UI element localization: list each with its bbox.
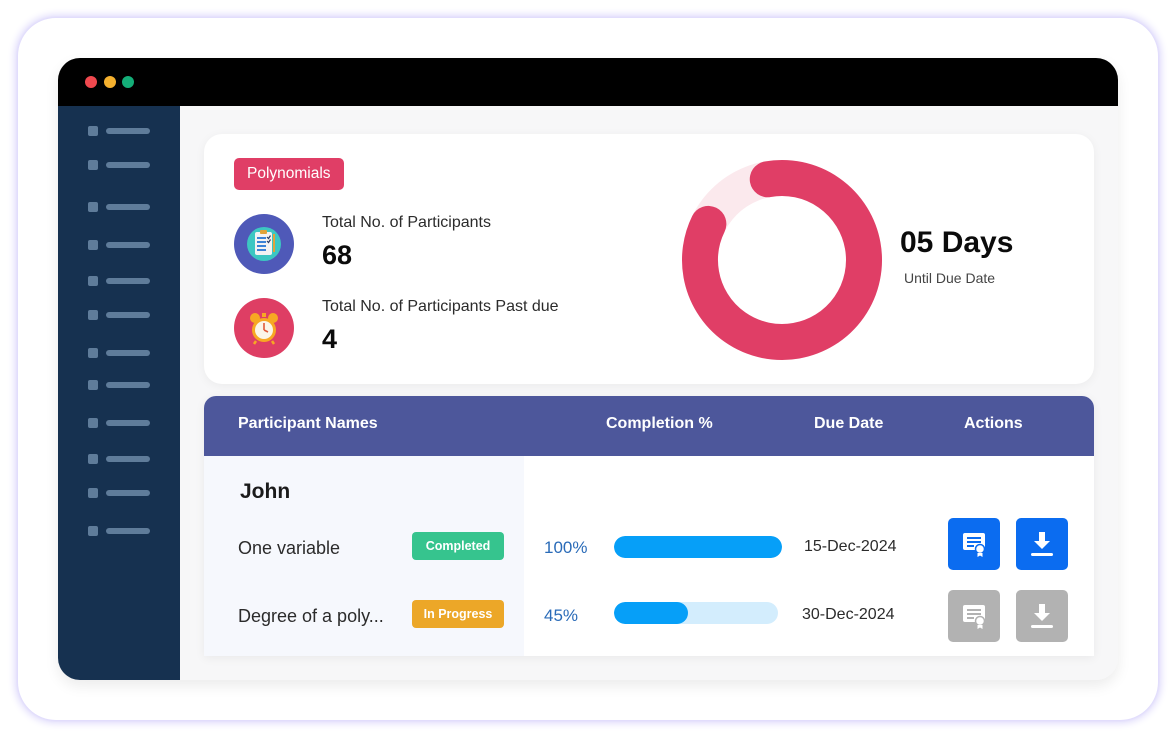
- status-badge: Completed: [412, 532, 504, 560]
- progress-bar: [614, 602, 778, 624]
- days-remaining: 05 Days: [900, 226, 1014, 259]
- sidebar-item-label-placeholder: [106, 456, 150, 462]
- sidebar-item-icon: [88, 202, 98, 212]
- stat-label-past-due: Total No. of Participants Past due: [322, 298, 559, 315]
- sidebar-item[interactable]: [88, 526, 158, 536]
- completion-percent: 100%: [544, 538, 588, 557]
- sidebar-item[interactable]: [88, 276, 158, 286]
- maximize-window-button[interactable]: [122, 76, 134, 88]
- participant-name: John: [240, 480, 291, 503]
- sidebar-item-icon: [88, 310, 98, 320]
- header-completion[interactable]: Completion %: [606, 396, 713, 452]
- stat-value-participants: 68: [322, 240, 353, 270]
- sidebar-item-icon: [88, 488, 98, 498]
- sidebar-item-label-placeholder: [106, 278, 150, 284]
- main-content: Polynomials Total No. of Participants 68: [180, 106, 1118, 680]
- certificate-button[interactable]: [948, 518, 1000, 570]
- certificate-icon: [963, 533, 986, 557]
- sidebar-item-icon: [88, 418, 98, 428]
- sidebar-item-label-placeholder: [106, 350, 150, 356]
- sidebar-item-label-placeholder: [106, 242, 150, 248]
- close-window-button[interactable]: [85, 76, 97, 88]
- sidebar-item-icon: [88, 160, 98, 170]
- sidebar-item-label-placeholder: [106, 382, 150, 388]
- topic-tag: Polynomials: [234, 158, 344, 190]
- sidebar-item[interactable]: [88, 160, 158, 170]
- sidebar-item-label-placeholder: [106, 128, 150, 134]
- sidebar-item-label-placeholder: [106, 420, 150, 426]
- progress-bar: [614, 536, 782, 558]
- summary-card: Polynomials Total No. of Participants 68: [204, 134, 1094, 384]
- download-icon: [1031, 532, 1053, 556]
- header-due-date[interactable]: Due Date: [814, 396, 883, 452]
- progress-bar-fill: [614, 602, 688, 624]
- sidebar: [58, 106, 180, 680]
- stat-value-past-due: 4: [322, 324, 338, 354]
- sidebar-item[interactable]: [88, 418, 158, 428]
- sidebar-item-icon: [88, 454, 98, 464]
- certificate-icon: [963, 605, 986, 629]
- sidebar-item-icon: [88, 526, 98, 536]
- row-topic: One variable: [238, 538, 341, 558]
- sidebar-item-icon: [88, 276, 98, 286]
- table-header: Participant Names Completion % Due Date …: [204, 396, 1094, 456]
- sidebar-item-icon: [88, 348, 98, 358]
- participants-table: Participant Names Completion % Due Date …: [204, 396, 1094, 656]
- stat-label-participants: Total No. of Participants: [322, 214, 491, 231]
- sidebar-item-icon: [88, 126, 98, 136]
- sidebar-item-icon: [88, 240, 98, 250]
- due-date-ring: [682, 160, 882, 360]
- header-actions: Actions: [964, 415, 1023, 432]
- sidebar-item[interactable]: [88, 348, 158, 358]
- sidebar-item-icon: [88, 380, 98, 390]
- sidebar-item[interactable]: [88, 202, 158, 212]
- minimize-window-button[interactable]: [104, 76, 116, 88]
- progress-bar-fill: [614, 536, 782, 558]
- download-button[interactable]: [1016, 590, 1068, 642]
- sidebar-item-label-placeholder: [106, 162, 150, 168]
- download-icon: [1031, 604, 1053, 628]
- days-remaining-caption: Until Due Date: [904, 270, 996, 286]
- sidebar-item[interactable]: [88, 126, 158, 136]
- sidebar-item[interactable]: [88, 310, 158, 320]
- due-date: 15-Dec-2024: [804, 538, 897, 555]
- sidebar-item[interactable]: [88, 488, 158, 498]
- sidebar-item-label-placeholder: [106, 312, 150, 318]
- sidebar-item-label-placeholder: [106, 490, 150, 496]
- sidebar-item[interactable]: [88, 454, 158, 464]
- alarm-clock-icon: [234, 298, 294, 358]
- completion-percent: 45%: [544, 606, 579, 625]
- header-participant-names[interactable]: Participant Names: [238, 396, 378, 452]
- status-badge: In Progress: [412, 600, 504, 628]
- sidebar-item[interactable]: [88, 380, 158, 390]
- checklist-icon: [234, 214, 294, 274]
- app-window: Polynomials Total No. of Participants 68: [58, 58, 1118, 680]
- sidebar-item-label-placeholder: [106, 528, 150, 534]
- due-date: 30-Dec-2024: [802, 606, 895, 623]
- title-bar: [58, 58, 1118, 106]
- certificate-button[interactable]: [948, 590, 1000, 642]
- sidebar-item[interactable]: [88, 240, 158, 250]
- row-topic: Degree of a poly...: [238, 606, 384, 626]
- download-button[interactable]: [1016, 518, 1068, 570]
- sidebar-item-label-placeholder: [106, 204, 150, 210]
